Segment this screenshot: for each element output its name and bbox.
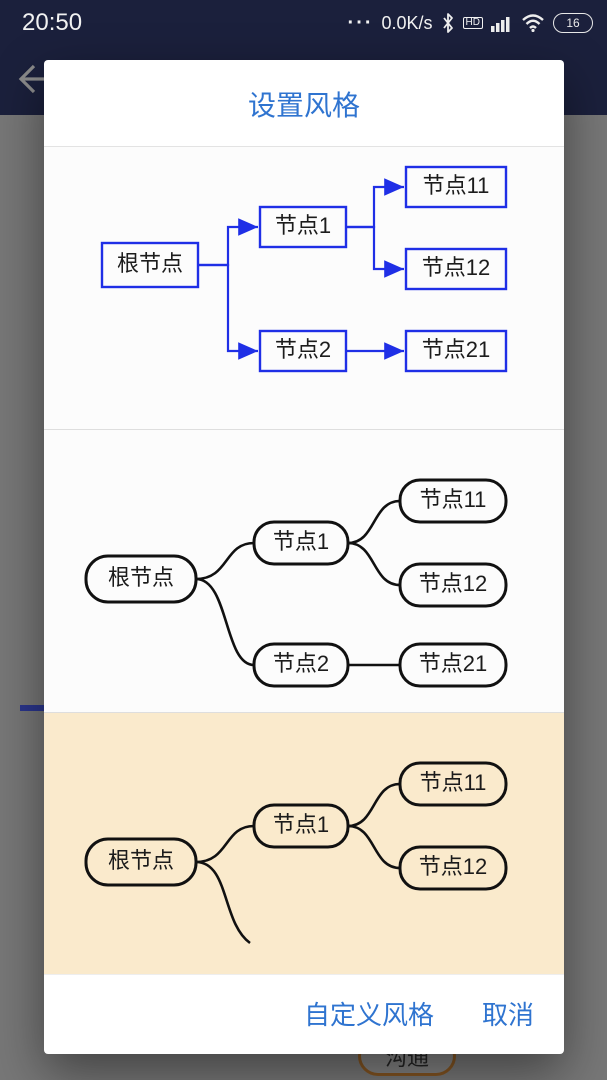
style1-n21-label: 节点21 bbox=[422, 337, 490, 362]
style1-root-label: 根节点 bbox=[117, 251, 183, 276]
style1-n2-label: 节点2 bbox=[275, 337, 331, 362]
status-more-icon: ··· bbox=[348, 12, 374, 35]
style3-n12-label: 节点12 bbox=[419, 854, 487, 879]
style-list: 根节点 节点1 节点2 节点11 节点12 节点21 bbox=[44, 146, 564, 974]
style2-root-label: 根节点 bbox=[108, 565, 174, 590]
style1-n12-label: 节点12 bbox=[422, 255, 490, 280]
style3-n11-label: 节点11 bbox=[420, 770, 487, 795]
style3-root-label: 根节点 bbox=[108, 848, 174, 873]
battery-icon: 16 bbox=[553, 13, 593, 33]
status-net-speed: 0.0K/s bbox=[382, 13, 433, 34]
cancel-button[interactable]: 取消 bbox=[482, 995, 534, 1032]
style-option-2[interactable]: 根节点 节点1 节点2 节点11 节点12 节点21 bbox=[44, 430, 564, 713]
status-time: 20:50 bbox=[22, 9, 82, 37]
custom-style-button[interactable]: 自定义风格 bbox=[304, 995, 434, 1032]
battery-percent: 16 bbox=[566, 16, 579, 30]
style1-n11-label: 节点11 bbox=[423, 173, 490, 198]
style2-n1-label: 节点1 bbox=[273, 529, 329, 554]
bluetooth-icon bbox=[441, 12, 455, 34]
wifi-icon bbox=[521, 14, 545, 32]
back-arrow-icon bbox=[14, 62, 48, 96]
style2-n21-label: 节点21 bbox=[419, 651, 487, 676]
dialog-title: 设置风格 bbox=[44, 60, 564, 146]
style1-n1-label: 节点1 bbox=[275, 213, 331, 238]
signal-icon bbox=[491, 14, 513, 32]
style-option-1[interactable]: 根节点 节点1 节点2 节点11 节点12 节点21 bbox=[44, 147, 564, 430]
style2-n12-label: 节点12 bbox=[419, 571, 487, 596]
style2-n11-label: 节点11 bbox=[420, 487, 487, 512]
dialog-actions: 自定义风格 取消 bbox=[44, 974, 564, 1054]
status-bar: 20:50 ··· 0.0K/s HD 16 bbox=[0, 0, 607, 42]
hd-badge: HD bbox=[463, 17, 483, 29]
style3-n1-label: 节点1 bbox=[273, 812, 329, 837]
style-option-3[interactable]: 根节点 节点1 节点11 节点12 bbox=[44, 713, 564, 974]
style-dialog: 设置风格 bbox=[44, 60, 564, 1054]
style2-n2-label: 节点2 bbox=[273, 651, 329, 676]
